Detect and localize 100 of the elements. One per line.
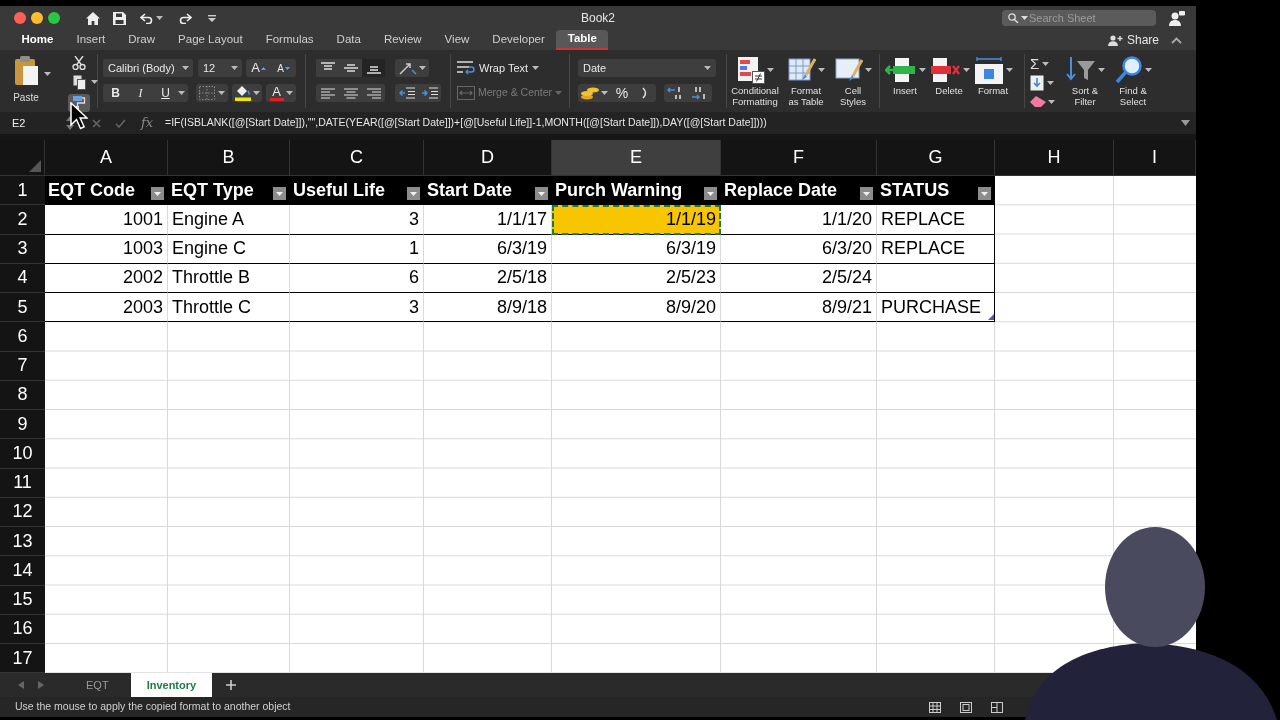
customize-toolbar-button[interactable] bbox=[208, 14, 216, 22]
home-button[interactable] bbox=[86, 11, 100, 25]
insert-function-button[interactable]: fx bbox=[139, 115, 155, 131]
paste-button[interactable]: Paste bbox=[8, 54, 44, 105]
align-right-button[interactable] bbox=[362, 84, 385, 102]
ribbon-tab[interactable]: Developer bbox=[480, 30, 557, 50]
cut-button[interactable] bbox=[69, 56, 89, 70]
column-header[interactable]: D bbox=[424, 140, 552, 176]
redo-button[interactable] bbox=[178, 12, 192, 24]
save-button[interactable] bbox=[113, 11, 126, 25]
previous-sheet-button[interactable] bbox=[16, 679, 26, 692]
autosum-button[interactable]: Σ bbox=[1030, 55, 1050, 72]
vertical-align-button[interactable] bbox=[316, 59, 339, 77]
zoom-window-button[interactable] bbox=[48, 12, 60, 24]
filter-dropdown-button[interactable] bbox=[704, 187, 717, 201]
next-sheet-button[interactable] bbox=[36, 679, 46, 692]
row-header[interactable]: 2 bbox=[0, 205, 45, 235]
select-all-button[interactable] bbox=[0, 140, 45, 176]
ribbon-tab[interactable]: Data bbox=[325, 30, 373, 50]
search-field[interactable]: Search Sheet bbox=[1002, 10, 1156, 26]
ribbon-tab[interactable]: Review bbox=[372, 30, 434, 50]
column-header[interactable]: C bbox=[290, 140, 424, 176]
delete-cells-button[interactable]: Delete bbox=[927, 54, 971, 108]
normal-view-button[interactable] bbox=[928, 700, 942, 715]
sort-filter-button[interactable]: Sort & Filter bbox=[1060, 54, 1110, 108]
row-header[interactable]: 9 bbox=[0, 410, 45, 440]
underline-options-button[interactable] bbox=[178, 84, 188, 102]
borders-button[interactable] bbox=[196, 84, 228, 102]
row-header[interactable]: 16 bbox=[0, 614, 45, 644]
format-cells-button[interactable]: Format bbox=[971, 54, 1015, 108]
filter-dropdown-button[interactable] bbox=[860, 187, 873, 201]
collapse-ribbon-button[interactable] bbox=[1171, 36, 1182, 44]
sheet-tab[interactable]: EQT bbox=[76, 673, 119, 698]
font-name-dropdown[interactable]: Calibri (Body) bbox=[103, 59, 193, 77]
row-header[interactable]: 10 bbox=[0, 439, 45, 469]
page-break-view-button[interactable] bbox=[990, 700, 1004, 715]
column-header[interactable]: I bbox=[1114, 140, 1196, 176]
percent-style-button[interactable]: % bbox=[610, 84, 634, 102]
ribbon-tab[interactable]: Insert bbox=[64, 30, 117, 50]
formula-field[interactable]: =IF(ISBLANK([@[Start Date]]),"",DATE(YEAR([@[Start Date]])+[@[Useful Life]]-1,MONTH([@[Start Date]]),DAY([@[Start Date]]))) bbox=[165, 115, 1181, 131]
column-header[interactable]: E bbox=[552, 140, 721, 176]
ribbon-tab[interactable]: View bbox=[433, 30, 481, 50]
expand-formula-button[interactable] bbox=[1181, 120, 1190, 126]
row-header[interactable]: 8 bbox=[0, 380, 45, 410]
row-header[interactable]: 17 bbox=[0, 644, 45, 674]
decrease-decimal-button[interactable] bbox=[688, 84, 712, 102]
filter-dropdown-button[interactable] bbox=[151, 187, 164, 201]
find-select-button[interactable]: Find & Select bbox=[1110, 54, 1156, 108]
add-sheet-button[interactable] bbox=[224, 678, 239, 693]
collaborate-button[interactable] bbox=[1169, 10, 1185, 26]
minimize-window-button[interactable] bbox=[31, 12, 43, 24]
underline-button[interactable]: U bbox=[153, 84, 178, 102]
number-format-dropdown[interactable]: Date bbox=[578, 59, 716, 77]
filter-dropdown-button[interactable] bbox=[407, 187, 420, 201]
filter-dropdown-button[interactable] bbox=[535, 187, 548, 201]
comma-style-button[interactable] bbox=[634, 84, 656, 102]
cell-styles-button[interactable]: Cell Styles bbox=[830, 54, 876, 108]
align-left-button[interactable] bbox=[316, 84, 339, 102]
column-header[interactable]: G bbox=[877, 140, 995, 176]
decrease-indent-button[interactable] bbox=[395, 84, 418, 102]
row-header[interactable]: 5 bbox=[0, 293, 45, 323]
row-header[interactable]: 6 bbox=[0, 322, 45, 352]
vertical-align-button[interactable] bbox=[339, 59, 362, 77]
ribbon-tab[interactable]: Table bbox=[556, 30, 609, 50]
fill-color-button[interactable] bbox=[232, 84, 262, 102]
font-color-button[interactable]: A bbox=[266, 84, 296, 102]
filter-dropdown-button[interactable] bbox=[273, 187, 286, 201]
bold-button[interactable]: B bbox=[103, 84, 128, 102]
column-header[interactable]: F bbox=[721, 140, 877, 176]
shrink-font-button[interactable]: A bbox=[271, 59, 296, 77]
close-window-button[interactable] bbox=[14, 12, 26, 24]
clear-button[interactable] bbox=[1030, 93, 1055, 110]
filter-dropdown-button[interactable] bbox=[978, 187, 991, 201]
row-header[interactable]: 11 bbox=[0, 468, 45, 498]
cancel-button[interactable] bbox=[90, 116, 102, 130]
ribbon-tab[interactable]: Formulas bbox=[254, 30, 326, 50]
ribbon-tab[interactable]: Draw bbox=[116, 30, 167, 50]
sheet-tab[interactable]: Inventory bbox=[130, 673, 213, 698]
font-size-dropdown[interactable]: 12 bbox=[198, 59, 242, 77]
conditional-formatting-button[interactable]: Conditional Formatting bbox=[728, 54, 782, 108]
ribbon-tab[interactable]: Home bbox=[10, 30, 65, 50]
row-header[interactable]: 1 bbox=[0, 176, 45, 206]
increase-indent-button[interactable] bbox=[418, 84, 441, 102]
italic-button[interactable]: I bbox=[128, 84, 153, 102]
grow-font-button[interactable]: A bbox=[246, 59, 271, 77]
name-box[interactable]: E2 bbox=[0, 114, 58, 132]
increase-decimal-button[interactable] bbox=[664, 84, 688, 102]
accounting-format-button[interactable] bbox=[578, 84, 610, 102]
column-header[interactable]: H bbox=[995, 140, 1114, 176]
fill-button[interactable] bbox=[1030, 74, 1054, 91]
row-header[interactable]: 15 bbox=[0, 585, 45, 615]
vertical-align-button[interactable] bbox=[362, 59, 385, 77]
row-header[interactable]: 14 bbox=[0, 556, 45, 586]
row-header[interactable]: 7 bbox=[0, 351, 45, 381]
row-header[interactable]: 12 bbox=[0, 497, 45, 527]
undo-button[interactable] bbox=[140, 12, 163, 24]
column-header[interactable]: A bbox=[45, 140, 168, 176]
insert-cells-button[interactable]: Insert bbox=[883, 54, 927, 108]
ribbon-tab[interactable]: Page Layout bbox=[166, 30, 255, 50]
row-header[interactable]: 13 bbox=[0, 527, 45, 557]
